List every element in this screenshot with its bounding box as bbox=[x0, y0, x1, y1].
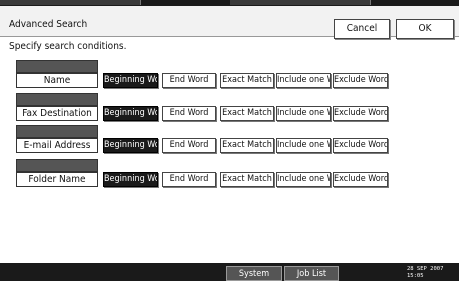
field-value-display bbox=[16, 159, 98, 172]
field-value-display bbox=[16, 125, 98, 138]
exact-match-option[interactable]: Exact Match bbox=[220, 172, 274, 187]
exact-match-option[interactable]: Exact Match bbox=[220, 106, 274, 121]
instruction-text: Specify search conditions. bbox=[9, 41, 127, 52]
exclude-words-option[interactable]: Exclude Words bbox=[333, 172, 388, 187]
end-word-option[interactable]: End Word bbox=[162, 106, 216, 121]
top-tab-indicator bbox=[0, 0, 141, 5]
top-tab-indicator bbox=[230, 0, 301, 5]
field-value-display bbox=[16, 60, 98, 73]
fax-destination-field-button[interactable]: Fax Destination bbox=[16, 106, 98, 121]
search-row-folder-name: Folder Name Beginning Word End Word Exac… bbox=[0, 159, 459, 191]
beginning-word-option[interactable]: Beginning Word bbox=[103, 172, 158, 187]
cancel-button[interactable]: Cancel bbox=[334, 19, 390, 39]
include-one-word-option[interactable]: Include one Word bbox=[276, 138, 331, 153]
search-row-email-address: E-mail Address Beginning Word End Word E… bbox=[0, 125, 459, 157]
beginning-word-option[interactable]: Beginning Word bbox=[103, 138, 158, 153]
include-one-word-option[interactable]: Include one Word bbox=[276, 106, 331, 121]
exclude-words-option[interactable]: Exclude Words bbox=[333, 106, 388, 121]
end-word-option[interactable]: End Word bbox=[162, 172, 216, 187]
exclude-words-option[interactable]: Exclude Words bbox=[333, 138, 388, 153]
name-field-button[interactable]: Name bbox=[16, 73, 98, 88]
include-one-word-option[interactable]: Include one Word bbox=[276, 172, 331, 187]
date-time-display: 28 SEP 2007 15:05 bbox=[407, 266, 443, 280]
exact-match-option[interactable]: Exact Match bbox=[220, 73, 274, 88]
folder-name-field-button[interactable]: Folder Name bbox=[16, 172, 98, 187]
time-text: 15:05 bbox=[407, 273, 424, 279]
window-title: Advanced Search bbox=[9, 19, 88, 30]
search-row-fax-destination: Fax Destination Beginning Word End Word … bbox=[0, 93, 459, 125]
job-list-button[interactable]: Job List bbox=[284, 266, 339, 281]
ok-button[interactable]: OK bbox=[396, 19, 454, 39]
status-bar: System Status Job List 28 SEP 2007 15:05 bbox=[0, 263, 459, 293]
system-status-button[interactable]: System Status bbox=[226, 266, 282, 293]
email-address-field-button[interactable]: E-mail Address bbox=[16, 138, 98, 153]
exclude-words-option[interactable]: Exclude Words bbox=[333, 73, 388, 88]
end-word-option[interactable]: End Word bbox=[162, 138, 216, 153]
include-one-word-option[interactable]: Include one Word bbox=[276, 73, 331, 88]
beginning-word-option[interactable]: Beginning Word bbox=[103, 106, 158, 121]
exact-match-option[interactable]: Exact Match bbox=[220, 138, 274, 153]
search-row-name: Name Beginning Word End Word Exact Match… bbox=[0, 60, 459, 92]
date-text: 28 SEP 2007 bbox=[407, 266, 444, 272]
field-value-display bbox=[16, 93, 98, 106]
beginning-word-option[interactable]: Beginning Word bbox=[103, 73, 158, 88]
title-bar: Advanced Search Cancel OK bbox=[0, 6, 459, 39]
top-tab-indicator bbox=[300, 0, 371, 5]
end-word-option[interactable]: End Word bbox=[162, 73, 216, 88]
